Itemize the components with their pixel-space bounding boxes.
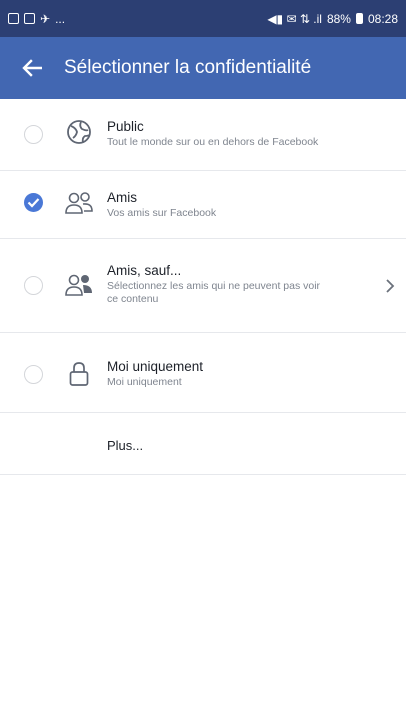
messenger-icon: ✈	[40, 11, 51, 26]
option-public-title: Public	[107, 119, 144, 134]
friends-except-icon	[65, 274, 92, 296]
status-bar: ✈ ... ◀▮ ✉ ⇅ .il 88% 08:28	[0, 0, 406, 37]
more-options-text: Plus...	[107, 437, 376, 454]
radio-friends-selected[interactable]	[24, 193, 43, 212]
more-options-label: Plus...	[107, 438, 144, 453]
page-title: Sélectionner la confidentialité	[64, 57, 312, 78]
radio-friends-except[interactable]	[24, 276, 43, 295]
globe-icon	[67, 120, 91, 144]
option-public-subtitle: Tout le monde sur ou en dehors de Facebo…	[107, 136, 319, 148]
app-bar: Sélectionner la confidentialité	[0, 37, 406, 99]
option-friends[interactable]: Amis Vos amis sur Facebook	[0, 171, 406, 239]
lock-icon	[69, 362, 89, 386]
more-options-row[interactable]: Plus...	[0, 413, 406, 475]
status-bar-right: ◀▮ ✉ ⇅ .il 88% 08:28	[267, 12, 398, 26]
privacy-options-list: Public Tout le monde sur ou en dehors de…	[0, 99, 406, 475]
option-only-me-subtitle: Moi uniquement	[107, 376, 182, 388]
radio-only-me[interactable]	[24, 365, 43, 384]
option-public[interactable]: Public Tout le monde sur ou en dehors de…	[0, 99, 406, 171]
clock: 08:28	[367, 11, 398, 26]
option-friends-text: Amis Vos amis sur Facebook	[107, 189, 376, 220]
back-button[interactable]	[18, 54, 46, 82]
option-friends-title: Amis	[107, 190, 137, 205]
privacy-screen: ✈ ... ◀▮ ✉ ⇅ .il 88% 08:28 Sélectionner …	[0, 0, 406, 725]
option-friends-except-title: Amis, sauf...	[107, 263, 182, 278]
notification-icon	[24, 13, 35, 24]
battery-icon	[355, 13, 363, 24]
option-friends-except-subtitle: Sélectionnez les amis qui ne peuvent pas…	[107, 280, 321, 305]
option-friends-subtitle: Vos amis sur Facebook	[107, 207, 217, 219]
chevron-right-icon	[386, 279, 395, 293]
notification-icon	[8, 13, 19, 24]
battery-level: 88%	[326, 11, 351, 26]
signal-icons: ◀▮ ✉ ⇅ .il	[267, 11, 322, 26]
status-ellipsis: ...	[55, 11, 66, 26]
friends-icon	[65, 192, 93, 214]
radio-public[interactable]	[24, 125, 43, 144]
option-only-me-title: Moi uniquement	[107, 359, 204, 374]
back-arrow-icon	[22, 59, 42, 77]
checkmark-icon	[27, 198, 40, 208]
option-friends-except[interactable]: Amis, sauf... Sélectionnez les amis qui …	[0, 239, 406, 333]
option-friends-except-text: Amis, sauf... Sélectionnez les amis qui …	[107, 262, 376, 306]
option-only-me[interactable]: Moi uniquement Moi uniquement	[0, 333, 406, 413]
option-public-text: Public Tout le monde sur ou en dehors de…	[107, 118, 376, 149]
status-bar-left: ✈ ...	[8, 12, 65, 26]
option-only-me-text: Moi uniquement Moi uniquement	[107, 358, 376, 389]
